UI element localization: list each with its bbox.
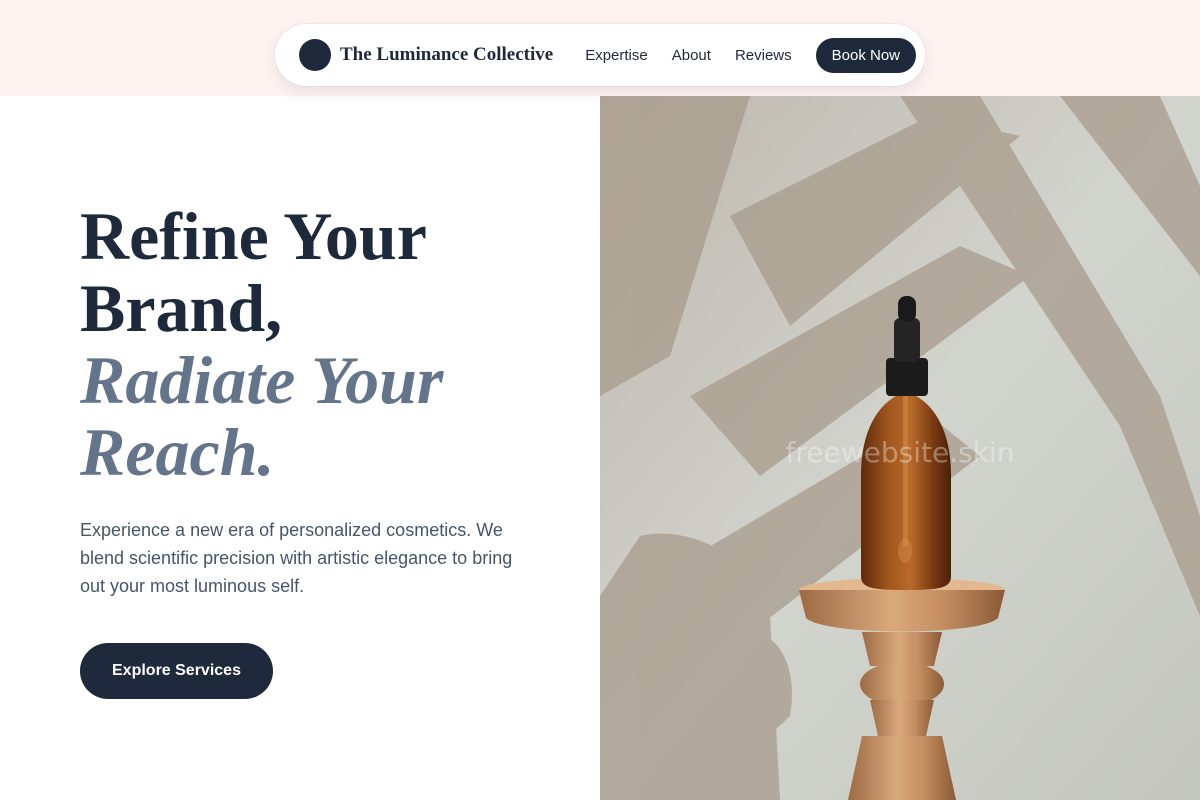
nav-link-expertise[interactable]: Expertise <box>585 47 648 64</box>
hero-description: Experience a new era of personalized cos… <box>80 520 513 596</box>
headline-accent-line-2: Reach. <box>80 414 275 490</box>
logo-icon[interactable] <box>299 39 331 71</box>
hero-headline: Refine Your Brand, Radiate Your Reach. <box>80 200 580 488</box>
brand-name[interactable]: The Luminance Collective <box>340 44 553 66</box>
watermark-text: freewebsite.skin <box>785 436 1015 469</box>
headline-line-1: Refine Your <box>80 198 427 274</box>
nav-link-about[interactable]: About <box>672 47 711 64</box>
hero-content: Refine Your Brand, Radiate Your Reach. E… <box>80 200 580 699</box>
hero-image: freewebsite.skin <box>600 96 1200 800</box>
navbar: The Luminance Collective Expertise About… <box>275 24 925 86</box>
explore-services-button[interactable]: Explore Services <box>80 643 273 699</box>
nav-link-reviews[interactable]: Reviews <box>735 47 792 64</box>
book-now-button[interactable]: Book Now <box>815 37 916 73</box>
headline-accent-line-1: Radiate Your <box>80 342 444 418</box>
headline-line-2: Brand, <box>80 270 283 346</box>
nav-links: Expertise About Reviews Book Now <box>585 37 916 73</box>
